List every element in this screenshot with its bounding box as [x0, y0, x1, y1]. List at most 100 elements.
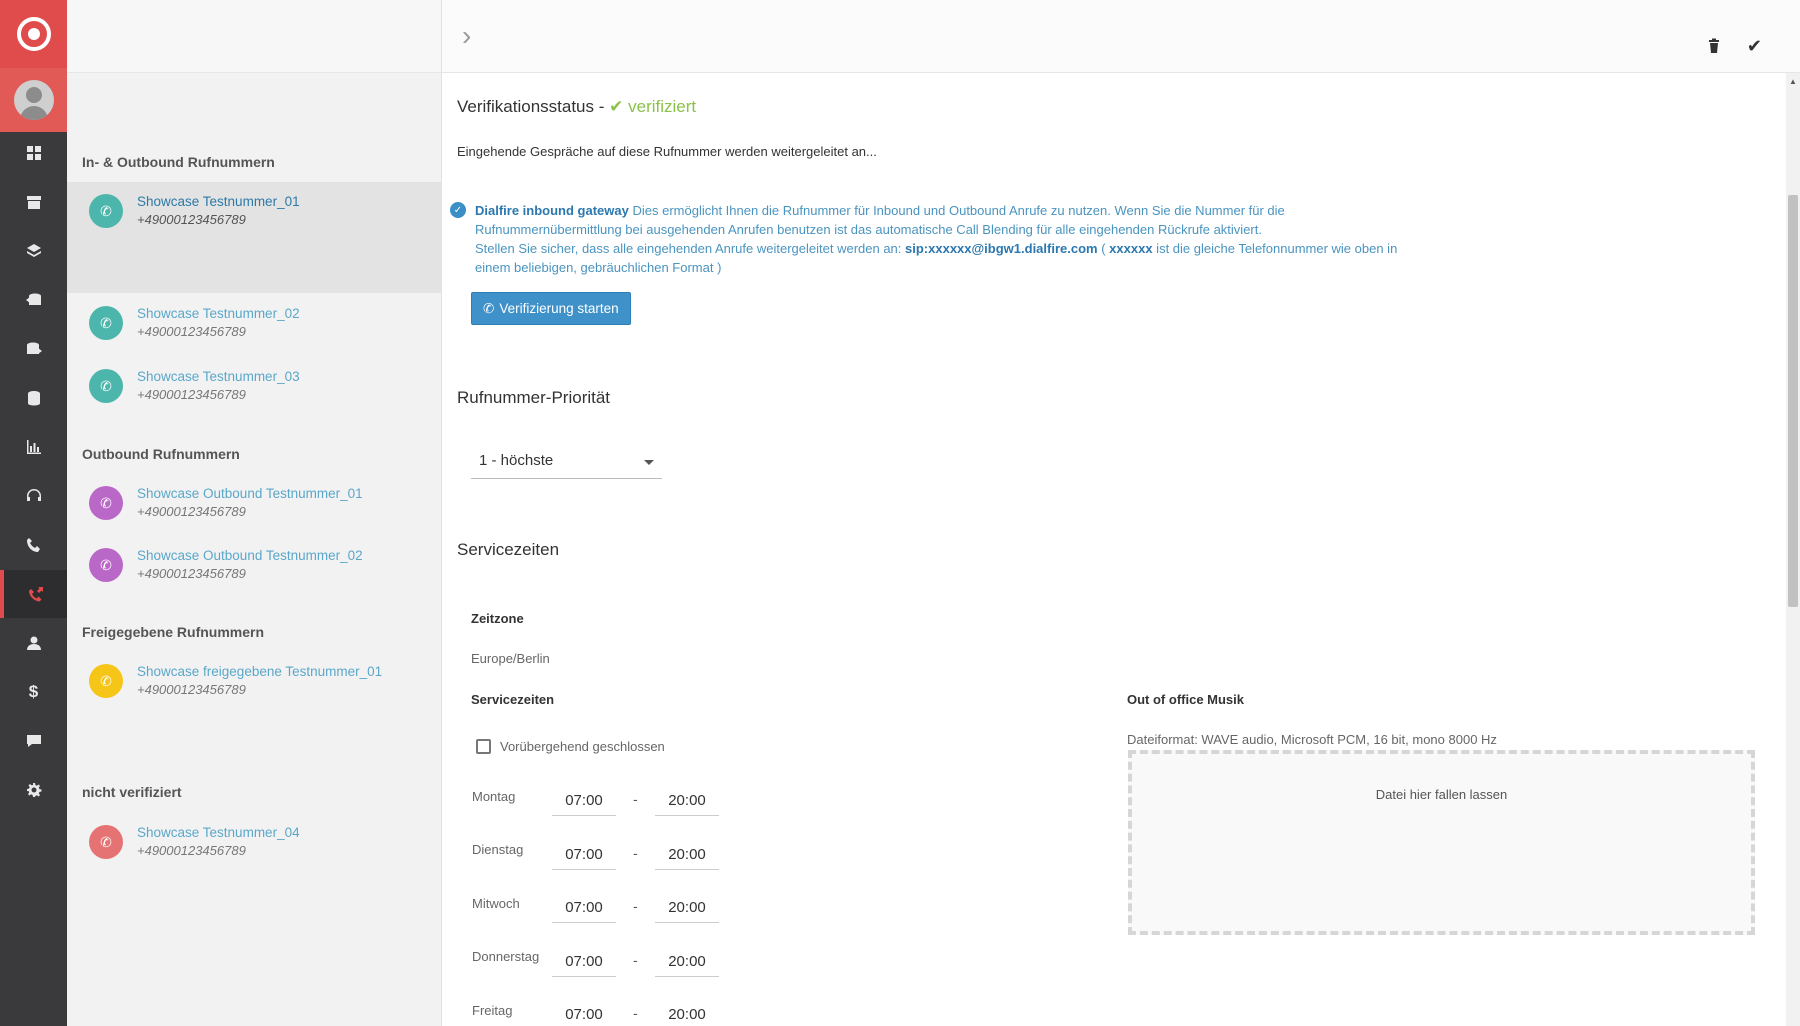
- list-item[interactable]: ✆ Showcase Testnummer_03 +49000123456789: [67, 357, 442, 419]
- database-icon[interactable]: [0, 374, 67, 422]
- time-separator: -: [633, 952, 638, 968]
- phone-forward-icon: ✆: [89, 306, 123, 340]
- time-to-input[interactable]: 20:00: [655, 891, 719, 923]
- time-from-input[interactable]: 07:00: [552, 891, 616, 923]
- closed-checkbox[interactable]: [476, 739, 491, 754]
- time-to-input[interactable]: 20:00: [655, 784, 719, 816]
- closed-label: Vorübergehend geschlossen: [500, 739, 665, 754]
- list-item-name: Showcase freigegebene Testnummer_01: [137, 664, 383, 679]
- day-label: Mitwoch: [472, 896, 520, 911]
- list-item[interactable]: ✆ Showcase Testnummer_02 +49000123456789: [67, 294, 442, 356]
- number-list-panel: In- & Outbound Rufnummern ✆ Showcase Tes…: [67, 0, 442, 1026]
- file-dropzone[interactable]: Datei hier fallen lassen: [1128, 750, 1755, 935]
- avatar[interactable]: [0, 68, 67, 132]
- list-item-name: Showcase Outbound Testnummer_01: [137, 486, 363, 501]
- list-item[interactable]: ✆ Showcase Testnummer_04 +49000123456789: [67, 813, 442, 875]
- verification-title: Verifikationsstatus -: [457, 97, 605, 116]
- scroll-up-icon[interactable]: ▲: [1789, 77, 1797, 86]
- list-item-number: +49000123456789: [137, 682, 246, 697]
- time-separator: -: [633, 791, 638, 807]
- start-verification-label: Verifizierung starten: [499, 301, 619, 316]
- scrollbar[interactable]: ▲: [1786, 73, 1800, 1026]
- timezone-label: Zeitzone: [471, 611, 524, 626]
- day-label: Dienstag: [472, 842, 524, 857]
- verification-status: verifiziert: [628, 97, 697, 116]
- list-item-name: Showcase Outbound Testnummer_02: [137, 548, 363, 563]
- service-heading: Servicezeiten: [457, 540, 560, 559]
- trash-icon[interactable]: [1706, 38, 1722, 54]
- check-circle-icon: ✓: [450, 202, 466, 218]
- list-item-number: +49000123456789: [137, 212, 246, 227]
- list-item[interactable]: ✆ Showcase Testnummer_01 +49000123456789: [67, 182, 442, 293]
- list-item-number: +49000123456789: [137, 324, 246, 339]
- dollar-icon[interactable]: $: [0, 668, 67, 716]
- phone-icon[interactable]: [0, 521, 67, 569]
- group-title-outbound: Outbound Rufnummern: [82, 446, 240, 462]
- list-item-name: Showcase Testnummer_02: [137, 306, 300, 321]
- time-separator: -: [633, 898, 638, 914]
- gear-icon[interactable]: [0, 766, 67, 814]
- day-label: Donnerstag: [472, 949, 540, 964]
- priority-value: 1 - höchste: [479, 452, 554, 469]
- time-from-input[interactable]: 07:00: [552, 945, 616, 977]
- phone-icon: ✆: [483, 300, 495, 316]
- list-item-number: +49000123456789: [137, 504, 246, 519]
- database-import-icon[interactable]: [0, 276, 67, 324]
- day-label: Montag: [472, 789, 516, 804]
- phone-forward-icon: ✆: [89, 194, 123, 228]
- check-icon: ✔: [609, 97, 629, 116]
- phone-forward-icon: ✆: [89, 825, 123, 859]
- time-from-input[interactable]: 07:00: [552, 784, 616, 816]
- list-item-number: +49000123456789: [137, 387, 246, 402]
- timezone-value: Europe/Berlin: [471, 651, 550, 666]
- day-label: Freitag: [472, 1003, 513, 1018]
- verification-heading: Verifikationsstatus - ✔ verifiziert: [457, 97, 696, 117]
- time-to-input[interactable]: 20:00: [655, 998, 719, 1026]
- chevron-right-icon[interactable]: ›: [462, 20, 471, 52]
- file-format-text: Dateiformat: WAVE audio, Microsoft PCM, …: [1127, 732, 1497, 747]
- detail-toolbar: › ✔: [442, 0, 1800, 73]
- time-from-input[interactable]: 07:00: [552, 838, 616, 870]
- layers-icon[interactable]: [0, 227, 67, 275]
- list-item-number: +49000123456789: [137, 566, 246, 581]
- list-item-name: Showcase Testnummer_01: [137, 194, 300, 209]
- app-rail: $: [0, 0, 67, 1026]
- list-item-name: Showcase Testnummer_03: [137, 369, 300, 384]
- list-item[interactable]: ✆ Showcase Outbound Testnummer_02 +49000…: [67, 536, 442, 598]
- time-from-input[interactable]: 07:00: [552, 998, 616, 1026]
- priority-heading: Rufnummer-Priorität: [457, 388, 611, 407]
- dropzone-text: Datei hier fallen lassen: [1375, 787, 1508, 802]
- sip-address: sip:xxxxxx@ibgw1.dialfire.com: [905, 241, 1098, 256]
- phone-forward-icon: ✆: [89, 486, 123, 520]
- time-to-input[interactable]: 20:00: [655, 945, 719, 977]
- headset-icon[interactable]: [0, 472, 67, 520]
- checkmark-icon[interactable]: ✔: [1747, 36, 1762, 57]
- gateway-info[interactable]: ✓ Dialfire inbound gateway Dies ermöglic…: [450, 201, 1405, 277]
- time-separator: -: [633, 1005, 638, 1021]
- group-title-shared: Freigegebene Rufnummern: [82, 624, 265, 640]
- phone-forward-icon[interactable]: [0, 570, 67, 618]
- sip-placeholder: xxxxxx: [1109, 241, 1153, 256]
- user-icon[interactable]: [0, 619, 67, 667]
- gateway-paren: (: [1097, 241, 1110, 256]
- database-export-icon[interactable]: [0, 325, 67, 373]
- phone-forward-icon: ✆: [89, 369, 123, 403]
- caret-down-icon: [644, 460, 654, 465]
- chat-icon[interactable]: [0, 717, 67, 765]
- list-item[interactable]: ✆ Showcase Outbound Testnummer_01 +49000…: [67, 474, 442, 536]
- dialfire-logo[interactable]: [0, 0, 67, 68]
- time-separator: -: [633, 845, 638, 861]
- archive-icon[interactable]: [0, 178, 67, 226]
- dashboard-icon[interactable]: [0, 129, 67, 177]
- time-to-input[interactable]: 20:00: [655, 838, 719, 870]
- scrollbar-thumb[interactable]: [1788, 195, 1798, 607]
- list-item-number: +49000123456789: [137, 843, 246, 858]
- priority-select[interactable]: 1 - höchste: [471, 446, 662, 479]
- start-verification-button[interactable]: ✆ Verifizierung starten: [471, 292, 631, 325]
- group-title-in-outbound: In- & Outbound Rufnummern: [82, 154, 275, 170]
- list-item[interactable]: ✆ Showcase freigegebene Testnummer_01 +4…: [67, 652, 442, 714]
- bar-chart-icon[interactable]: [0, 423, 67, 471]
- list-header: [67, 0, 441, 73]
- service-times-label: Servicezeiten: [471, 692, 555, 707]
- gateway-instruction: Stellen Sie sicher, dass alle eingehende…: [475, 241, 906, 256]
